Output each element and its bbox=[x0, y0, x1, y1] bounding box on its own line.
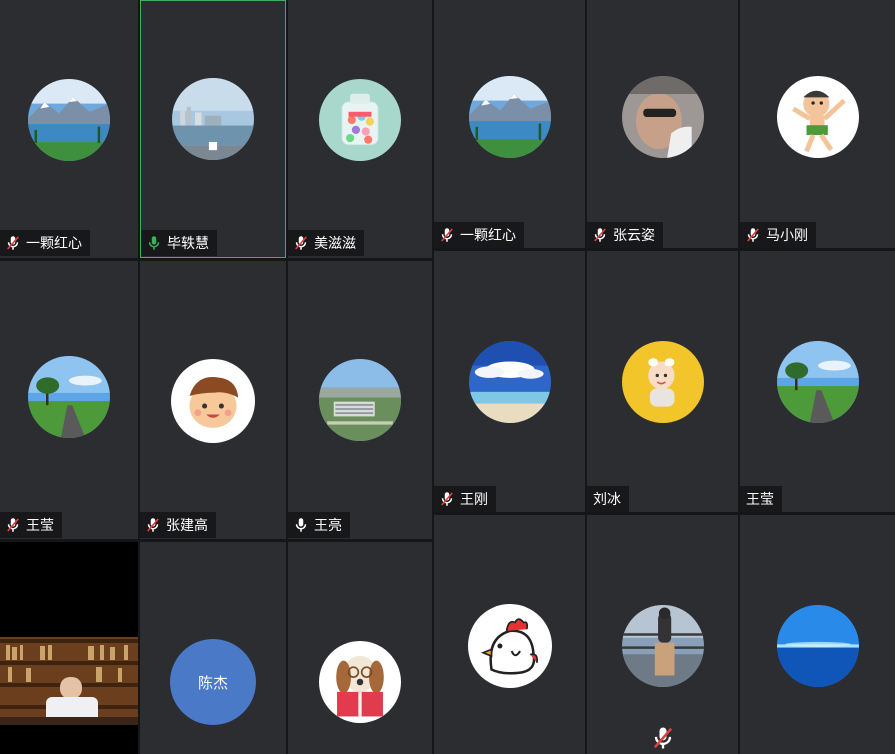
avatar-lake-mountain-photo bbox=[469, 76, 551, 158]
mic-muted-icon[interactable] bbox=[4, 234, 22, 252]
participant-tile[interactable] bbox=[740, 515, 895, 754]
avatar-campus-aerial-photo bbox=[319, 359, 401, 441]
participant-tile[interactable]: 刘冰 bbox=[587, 251, 738, 512]
avatar-candy-jar-photo bbox=[319, 79, 401, 161]
avatar-city-river-photo bbox=[172, 78, 254, 160]
participant-tile[interactable]: 张云姿 bbox=[587, 0, 738, 248]
participant-name: 一颗红心 bbox=[26, 236, 82, 252]
avatar-cartoon-boy-cape bbox=[777, 76, 859, 158]
participant-name: 张云姿 bbox=[613, 228, 655, 244]
left-video-grid: 一颗红心 毕轶慧 美滋滋 王莹 张建高 王亮 陈杰 bbox=[0, 0, 432, 754]
mic-muted-icon[interactable] bbox=[438, 490, 456, 508]
participant-name: 张建高 bbox=[166, 518, 208, 534]
participant-name-bar: 王刚 bbox=[434, 486, 496, 512]
avatar-cartoon-chicken bbox=[468, 604, 552, 688]
mic-muted-icon[interactable] bbox=[144, 516, 162, 534]
right-video-grid: 一颗红心 张云姿 马小刚 王刚 刘冰 王莹 bbox=[434, 0, 895, 754]
avatar-cartoon-boy-face bbox=[171, 359, 255, 443]
participant-tile[interactable]: 陈杰 bbox=[140, 542, 286, 754]
avatar-baby-yellow-photo bbox=[622, 341, 704, 423]
participant-name: 马小刚 bbox=[766, 228, 808, 244]
video-frame-library-room bbox=[0, 637, 138, 725]
avatar-lake-mountain-photo bbox=[28, 79, 110, 161]
participant-name: 王莹 bbox=[26, 518, 54, 534]
mic-on-icon[interactable] bbox=[292, 516, 310, 534]
mic-muted-icon[interactable] bbox=[4, 516, 22, 534]
mic-muted-icon[interactable] bbox=[292, 234, 310, 252]
avatar-sky-clouds-photo bbox=[469, 341, 551, 423]
participant-name-bar: 一颗红心 bbox=[0, 230, 90, 256]
participant-tile[interactable]: 美滋滋 bbox=[288, 0, 432, 258]
participant-tile[interactable]: 马小刚 bbox=[740, 0, 895, 248]
participant-tile[interactable]: 王亮 bbox=[288, 261, 432, 539]
participant-tile[interactable] bbox=[587, 515, 738, 754]
participant-tile[interactable]: 一颗红心 bbox=[0, 0, 138, 258]
participant-video-tile[interactable] bbox=[0, 542, 138, 754]
participant-name-bar: 毕轶慧 bbox=[141, 230, 217, 256]
avatar-initials-text: 陈杰 bbox=[197, 673, 228, 692]
mic-muted-icon[interactable] bbox=[744, 226, 762, 244]
participant-tile[interactable]: 王莹 bbox=[740, 251, 895, 512]
participant-tile[interactable]: 张建高 bbox=[140, 261, 286, 539]
participant-name-bar: 张云姿 bbox=[587, 222, 663, 248]
participant-name-bar: 张建高 bbox=[140, 512, 216, 538]
participant-name: 王莹 bbox=[746, 492, 774, 508]
participant-name: 一颗红心 bbox=[460, 228, 516, 244]
participant-name: 王亮 bbox=[314, 518, 342, 534]
participant-tile[interactable] bbox=[288, 542, 432, 754]
avatar-dog-reading-book bbox=[319, 641, 401, 723]
participant-tile[interactable]: 一颗红心 bbox=[434, 0, 585, 248]
participant-name: 毕轶慧 bbox=[167, 236, 209, 252]
participant-name-bar: 美滋滋 bbox=[288, 230, 364, 256]
avatar-tree-road-photo bbox=[777, 341, 859, 423]
avatar-initials: 陈杰 bbox=[170, 639, 256, 725]
participant-name-bar: 一颗红心 bbox=[434, 222, 524, 248]
mic-muted-icon[interactable] bbox=[649, 723, 677, 753]
participant-name-bar: 王莹 bbox=[0, 512, 62, 538]
participant-tile[interactable]: 王莹 bbox=[0, 261, 138, 539]
participant-name-bar: 王亮 bbox=[288, 512, 350, 538]
mic-muted-icon[interactable] bbox=[438, 226, 456, 244]
participant-tile[interactable]: 王刚 bbox=[434, 251, 585, 512]
avatar-blue-ocean-photo bbox=[777, 605, 859, 687]
participant-name: 王刚 bbox=[460, 492, 488, 508]
avatar-man-railing-photo bbox=[622, 605, 704, 687]
participant-tile-speaking[interactable]: 毕轶慧 bbox=[140, 0, 286, 258]
participant-tile[interactable] bbox=[434, 515, 585, 754]
mic-speaking-icon[interactable] bbox=[145, 234, 163, 252]
participant-name-bar: 王莹 bbox=[740, 486, 782, 512]
participant-name: 美滋滋 bbox=[314, 236, 356, 252]
avatar-man-sunglasses-photo bbox=[622, 76, 704, 158]
participant-name-bar: 马小刚 bbox=[740, 222, 816, 248]
participant-name-bar: 刘冰 bbox=[587, 486, 629, 512]
avatar-tree-road-photo bbox=[28, 356, 110, 438]
participant-name: 刘冰 bbox=[593, 492, 621, 508]
mic-muted-icon[interactable] bbox=[591, 226, 609, 244]
